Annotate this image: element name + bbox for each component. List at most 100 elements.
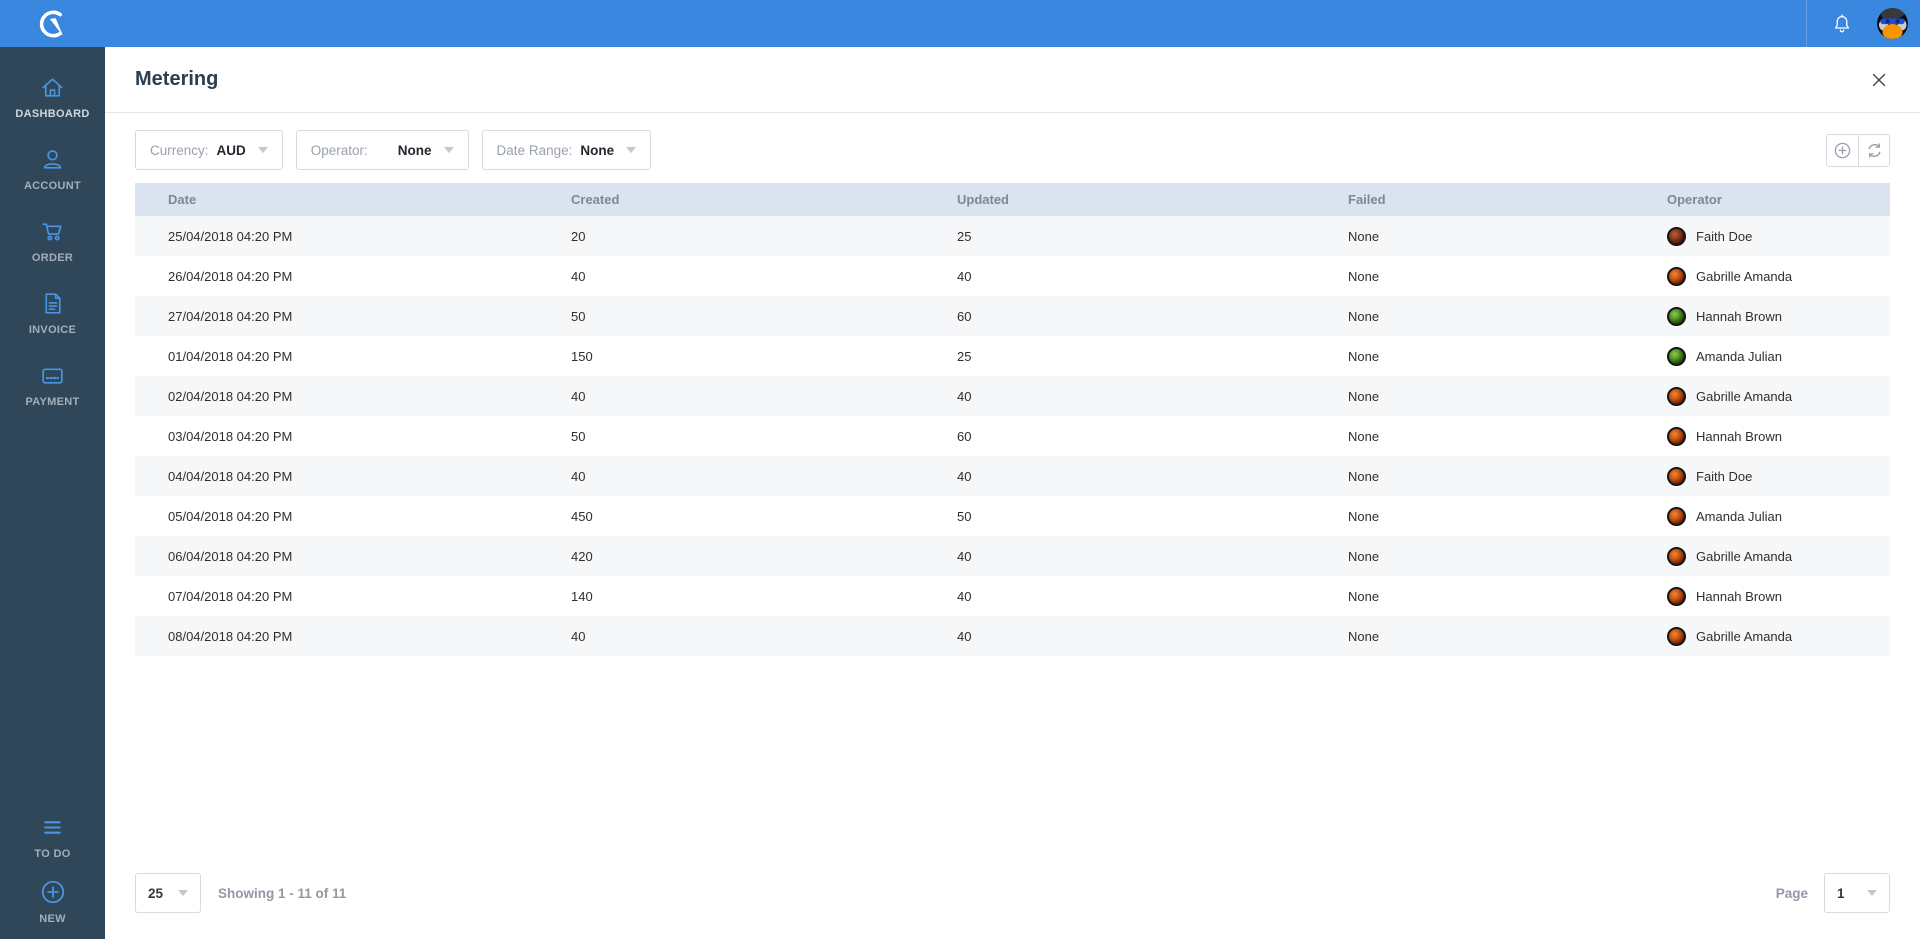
table-row[interactable]: 27/04/2018 04:20 PM 50 60 None Hannah Br…	[135, 296, 1890, 336]
operator-name: Faith Doe	[1696, 469, 1752, 484]
sidebar-item-new[interactable]: NEW	[0, 878, 105, 925]
table-toolbar	[1826, 134, 1890, 167]
topbar-right-section	[1806, 0, 1920, 47]
sidebar-item-todo[interactable]: TO DO	[0, 814, 105, 860]
operator-name: Hannah Brown	[1696, 429, 1782, 444]
filter-value: None	[398, 143, 432, 158]
operator-filter-dropdown[interactable]: Operator: None	[296, 130, 469, 170]
home-icon	[39, 74, 66, 101]
sidebar-item-payment[interactable]: PAYMENT	[0, 362, 105, 408]
operator-cell: Gabrille Amanda	[1667, 547, 1890, 566]
filter-value: None	[580, 143, 614, 158]
page-number-value: 1	[1837, 886, 1845, 901]
operator-cell: Hannah Brown	[1667, 307, 1890, 326]
updated-cell: 60	[957, 309, 1348, 324]
sidebar-nav: DASHBOARD ACCOUNT ORDER	[0, 47, 105, 939]
pagination-bar: 25 Showing 1 - 11 of 11 Page 1	[135, 873, 1890, 913]
updated-cell: 50	[957, 509, 1348, 524]
created-cell: 420	[571, 549, 957, 564]
column-header-operator[interactable]: Operator	[1667, 192, 1890, 207]
column-header-failed[interactable]: Failed	[1348, 192, 1667, 207]
date-cell: 02/04/2018 04:20 PM	[135, 389, 571, 404]
operator-avatar	[1667, 307, 1686, 326]
operator-cell: Faith Doe	[1667, 227, 1890, 246]
page-number-dropdown[interactable]: 1	[1824, 873, 1890, 913]
notifications-button[interactable]	[1827, 9, 1857, 39]
failed-cell: None	[1348, 509, 1667, 524]
updated-cell: 60	[957, 429, 1348, 444]
sidebar-item-account[interactable]: ACCOUNT	[0, 146, 105, 192]
table-row[interactable]: 01/04/2018 04:20 PM 150 25 None Amanda J…	[135, 336, 1890, 376]
table-row[interactable]: 02/04/2018 04:20 PM 40 40 None Gabrille …	[135, 376, 1890, 416]
chevron-down-icon	[258, 147, 268, 153]
plus-circle-icon	[1833, 141, 1852, 160]
created-cell: 40	[571, 269, 957, 284]
menu-icon	[39, 814, 66, 841]
user-menu-button[interactable]	[1877, 8, 1908, 39]
title-bar: Metering	[105, 47, 1920, 113]
table-row[interactable]: 03/04/2018 04:20 PM 50 60 None Hannah Br…	[135, 416, 1890, 456]
sidebar-item-order[interactable]: ORDER	[0, 218, 105, 264]
page-title: Metering	[135, 68, 218, 91]
sidebar-item-invoice[interactable]: INVOICE	[0, 290, 105, 336]
updated-cell: 25	[957, 349, 1348, 364]
table-row[interactable]: 26/04/2018 04:20 PM 40 40 None Gabrille …	[135, 256, 1890, 296]
sidebar-item-dashboard[interactable]: DASHBOARD	[0, 74, 105, 120]
table-row[interactable]: 05/04/2018 04:20 PM 450 50 None Amanda J…	[135, 496, 1890, 536]
close-button[interactable]	[1868, 69, 1890, 91]
failed-cell: None	[1348, 429, 1667, 444]
operator-name: Gabrille Amanda	[1696, 629, 1792, 644]
updated-cell: 40	[957, 389, 1348, 404]
invoice-icon	[39, 290, 66, 317]
column-header-updated[interactable]: Updated	[957, 192, 1348, 207]
table-row[interactable]: 07/04/2018 04:20 PM 140 40 None Hannah B…	[135, 576, 1890, 616]
operator-name: Amanda Julian	[1696, 349, 1782, 364]
table-row[interactable]: 04/04/2018 04:20 PM 40 40 None Faith Doe	[135, 456, 1890, 496]
updated-cell: 40	[957, 469, 1348, 484]
operator-avatar	[1667, 427, 1686, 446]
date-cell: 27/04/2018 04:20 PM	[135, 309, 571, 324]
operator-cell: Gabrille Amanda	[1667, 267, 1890, 286]
table-row[interactable]: 06/04/2018 04:20 PM 420 40 None Gabrille…	[135, 536, 1890, 576]
chevron-down-icon	[1867, 890, 1877, 896]
table-header-row: Date Created Updated Failed Operator	[135, 183, 1890, 216]
failed-cell: None	[1348, 469, 1667, 484]
table-row[interactable]: 25/04/2018 04:20 PM 20 25 None Faith Doe	[135, 216, 1890, 256]
sidebar-item-label: ACCOUNT	[24, 180, 81, 192]
date-cell: 04/04/2018 04:20 PM	[135, 469, 571, 484]
operator-avatar	[1667, 347, 1686, 366]
operator-cell: Gabrille Amanda	[1667, 387, 1890, 406]
table-row[interactable]: 08/04/2018 04:20 PM 40 40 None Gabrille …	[135, 616, 1890, 656]
bell-icon	[1830, 12, 1854, 36]
operator-avatar	[1667, 387, 1686, 406]
created-cell: 140	[571, 589, 957, 604]
column-header-date[interactable]: Date	[135, 192, 571, 207]
add-button[interactable]	[1827, 135, 1858, 166]
operator-cell: Faith Doe	[1667, 467, 1890, 486]
top-bar	[0, 0, 1920, 47]
currency-filter-dropdown[interactable]: Currency: AUD	[135, 130, 283, 170]
operator-avatar	[1667, 507, 1686, 526]
failed-cell: None	[1348, 589, 1667, 604]
date-range-filter-dropdown[interactable]: Date Range: None	[482, 130, 652, 170]
sidebar-item-label: DASHBOARD	[15, 108, 89, 120]
updated-cell: 25	[957, 229, 1348, 244]
penguin-avatar	[1877, 8, 1908, 39]
operator-avatar	[1667, 587, 1686, 606]
column-header-created[interactable]: Created	[571, 192, 957, 207]
chevron-down-icon	[178, 890, 188, 896]
operator-name: Faith Doe	[1696, 229, 1752, 244]
failed-cell: None	[1348, 389, 1667, 404]
refresh-button[interactable]	[1858, 135, 1889, 166]
filter-label: Currency:	[150, 143, 209, 158]
operator-name: Gabrille Amanda	[1696, 269, 1792, 284]
page-size-value: 25	[148, 886, 163, 901]
app-logo[interactable]	[0, 0, 105, 47]
page-size-dropdown[interactable]: 25	[135, 873, 201, 913]
sidebar-item-label: NEW	[39, 913, 66, 925]
failed-cell: None	[1348, 309, 1667, 324]
failed-cell: None	[1348, 269, 1667, 284]
table-body: 25/04/2018 04:20 PM 20 25 None Faith Doe…	[135, 216, 1890, 656]
date-cell: 07/04/2018 04:20 PM	[135, 589, 571, 604]
operator-name: Amanda Julian	[1696, 509, 1782, 524]
